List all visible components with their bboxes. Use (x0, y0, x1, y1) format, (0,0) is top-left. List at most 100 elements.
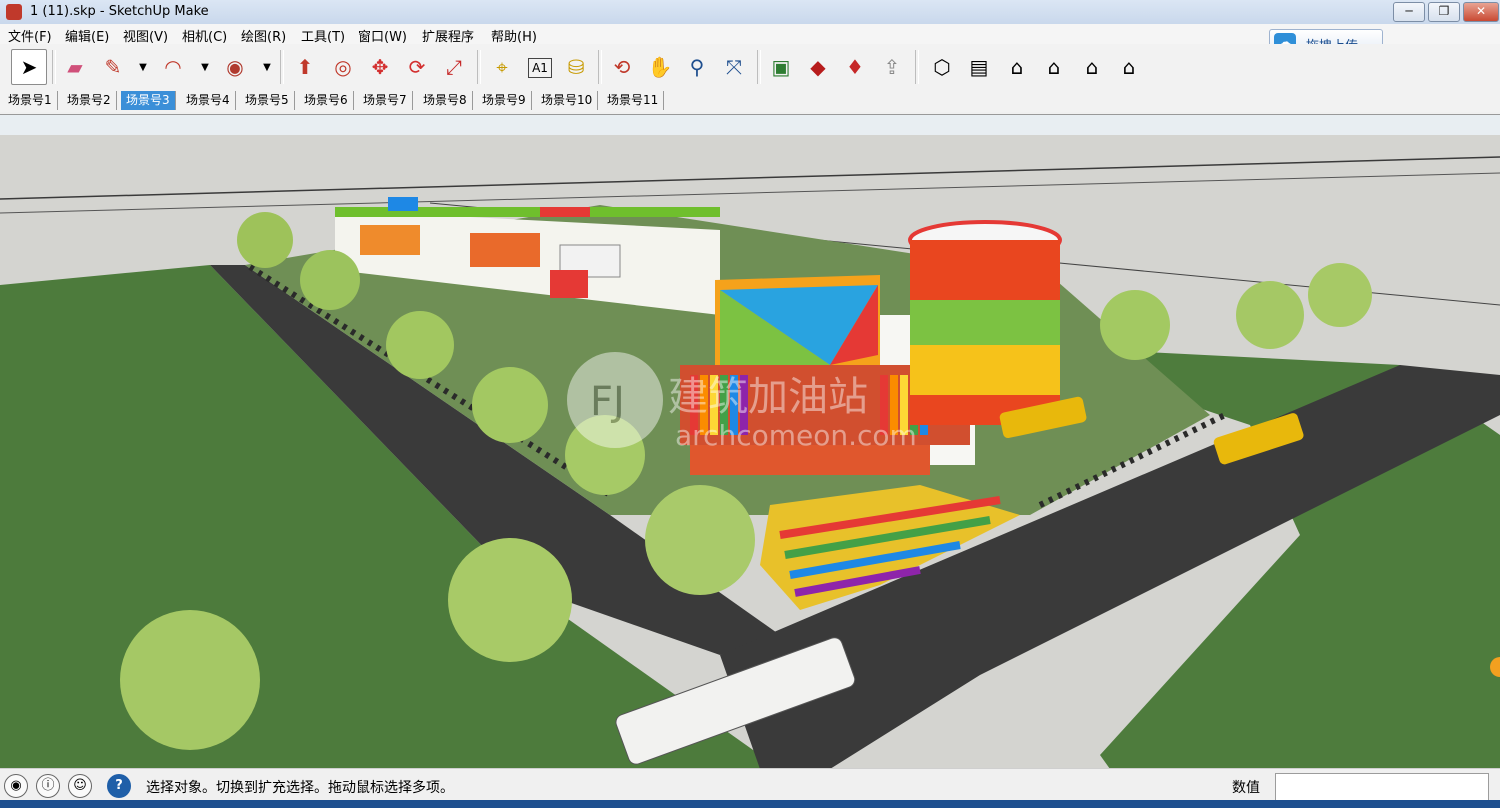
menu-edit[interactable]: 编辑(E) (65, 26, 109, 45)
chevron-down-icon: ▼ (263, 61, 271, 73)
top-view-button[interactable]: ▤ (962, 50, 996, 84)
shape-tool-button[interactable]: ◉ (218, 50, 252, 84)
ruby-console-button[interactable]: ♦ (838, 50, 872, 84)
orange-facade (360, 225, 420, 255)
scene-render: FJ 建筑加油站 archcomeon.com (0, 115, 1500, 769)
scale-icon: ⤢ (446, 55, 462, 79)
minimize-button[interactable]: ─ (1393, 2, 1425, 22)
close-button[interactable]: ✕ (1463, 2, 1499, 22)
share-model-button[interactable]: ⇪ (875, 50, 909, 84)
menu-file[interactable]: 文件(F) (8, 26, 52, 45)
paint-bucket-tool-button[interactable]: ⛁ (559, 50, 593, 84)
tower-red-band (910, 240, 1060, 300)
offset-tool-button[interactable]: ◎ (326, 50, 360, 84)
sketchup-app-icon (6, 4, 22, 20)
text-icon: A1 (532, 61, 548, 75)
offset-icon: ◎ (334, 55, 352, 79)
arc-dropdown[interactable]: ▼ (198, 50, 212, 84)
zoom-extents-tool-button[interactable]: ⤧ (717, 50, 751, 84)
scene-tabs-bar: 场景号1 场景号2 场景号3 场景号4 场景号5 场景号6 场景号7 场景号8 … (0, 90, 1500, 112)
scene-tab[interactable]: 场景号8 (418, 91, 473, 110)
arc-tool-button[interactable]: ◠ (156, 50, 190, 84)
iso-view-button[interactable]: ⬡ (925, 50, 959, 84)
front-house-icon: ⌂ (1010, 55, 1024, 79)
tape-measure-icon: ⌖ (496, 55, 508, 79)
hand-icon: ✋ (647, 55, 673, 79)
share-icon: ⇪ (883, 55, 901, 79)
line-dropdown[interactable]: ▼ (136, 50, 150, 84)
pan-tool-button[interactable]: ✋ (643, 50, 677, 84)
tape-measure-tool-button[interactable]: ⌖ (485, 50, 519, 84)
scene-tab[interactable]: 场景号4 (181, 91, 236, 110)
chevron-down-icon: ▼ (139, 61, 147, 73)
scene-tab[interactable]: 场景号10 (536, 91, 599, 110)
rotate-tool-button[interactable]: ⟳ (400, 50, 434, 84)
line-tool-button[interactable]: ✎ (96, 50, 130, 84)
right-house-icon: ⌂ (1047, 55, 1061, 79)
sky (0, 115, 1500, 135)
select-tool-button[interactable]: ➤ (11, 49, 47, 85)
text-tool-button[interactable]: A1 (528, 58, 552, 78)
menu-camera[interactable]: 相机(C) (182, 26, 227, 45)
arc-icon: ◠ (164, 55, 182, 79)
eraser-tool-button[interactable]: ▰ (58, 50, 92, 84)
window-title: 1 (11).skp - SketchUp Make (30, 4, 209, 19)
extension-icon: ◆ (810, 55, 826, 79)
orbit-tool-button[interactable]: ⟲ (605, 50, 639, 84)
status-bar: ◉ ⓘ ☺ ? 选择对象。切换到扩充选择。拖动鼠标选择多项。 数值 (0, 768, 1500, 801)
toolbar-divider (598, 50, 602, 84)
scene-tab-active[interactable]: 场景号3 (121, 91, 176, 110)
taskbar (0, 800, 1500, 808)
tower-yellow-band (910, 345, 1060, 395)
measurements-label: 数值 (1232, 780, 1260, 796)
scene-tab[interactable]: 场景号7 (358, 91, 413, 110)
menu-extensions[interactable]: 扩展程序 (422, 26, 474, 45)
eraser-icon: ▰ (67, 55, 83, 79)
circle-shape-icon: ◉ (226, 55, 244, 79)
tree (448, 538, 572, 662)
geolocation-icon[interactable]: ◉ (4, 774, 28, 798)
user-icon[interactable]: ☺ (68, 774, 92, 798)
help-icon[interactable]: ? (107, 774, 131, 798)
tree (1308, 263, 1372, 327)
scale-tool-button[interactable]: ⤢ (437, 50, 471, 84)
menu-view[interactable]: 视图(V) (123, 26, 168, 45)
move-tool-button[interactable]: ✥ (363, 50, 397, 84)
left-view-button[interactable]: ⌂ (1112, 50, 1146, 84)
model-viewport[interactable]: FJ 建筑加油站 archcomeon.com (0, 114, 1500, 769)
toolbar-divider (757, 50, 761, 84)
scene-tab[interactable]: 场景号11 (602, 91, 665, 110)
extension-warehouse-button[interactable]: ◆ (801, 50, 835, 84)
move-arrows-icon: ✥ (371, 55, 389, 79)
shape-dropdown[interactable]: ▼ (260, 50, 274, 84)
scene-tab[interactable]: 场景号5 (240, 91, 295, 110)
menu-draw[interactable]: 绘图(R) (241, 26, 286, 45)
toolbar-divider (280, 50, 284, 84)
right-view-button[interactable]: ⌂ (1037, 50, 1071, 84)
top-view-icon: ▤ (969, 55, 989, 79)
tree (1236, 281, 1304, 349)
menu-help[interactable]: 帮助(H) (491, 26, 537, 45)
blue-accent (388, 197, 418, 211)
zoom-tool-button[interactable]: ⚲ (680, 50, 714, 84)
push-pull-tool-button[interactable]: ⬆ (288, 50, 322, 84)
warehouse-button[interactable]: ▣ (764, 50, 798, 84)
menu-window[interactable]: 窗口(W) (358, 26, 407, 45)
ruby-icon: ♦ (846, 55, 864, 79)
front-view-button[interactable]: ⌂ (1000, 50, 1034, 84)
iso-house-icon: ⬡ (933, 55, 951, 79)
scene-tab[interactable]: 场景号2 (62, 91, 117, 110)
measurements-input[interactable] (1275, 773, 1489, 801)
status-message: 选择对象。切换到扩充选择。拖动鼠标选择多项。 (146, 780, 454, 796)
title-bar: 1 (11).skp - SketchUp Make ─ ❐ ✕ (0, 0, 1500, 25)
pencil-icon: ✎ (104, 55, 122, 79)
tree (300, 250, 360, 310)
scene-tab[interactable]: 场景号6 (299, 91, 354, 110)
back-view-button[interactable]: ⌂ (1075, 50, 1109, 84)
menu-tools[interactable]: 工具(T) (301, 26, 345, 45)
scene-tab[interactable]: 场景号9 (477, 91, 532, 110)
credits-icon[interactable]: ⓘ (36, 774, 60, 798)
red-accent (540, 207, 590, 217)
scene-tab[interactable]: 场景号1 (3, 91, 58, 110)
restore-button[interactable]: ❐ (1428, 2, 1460, 22)
